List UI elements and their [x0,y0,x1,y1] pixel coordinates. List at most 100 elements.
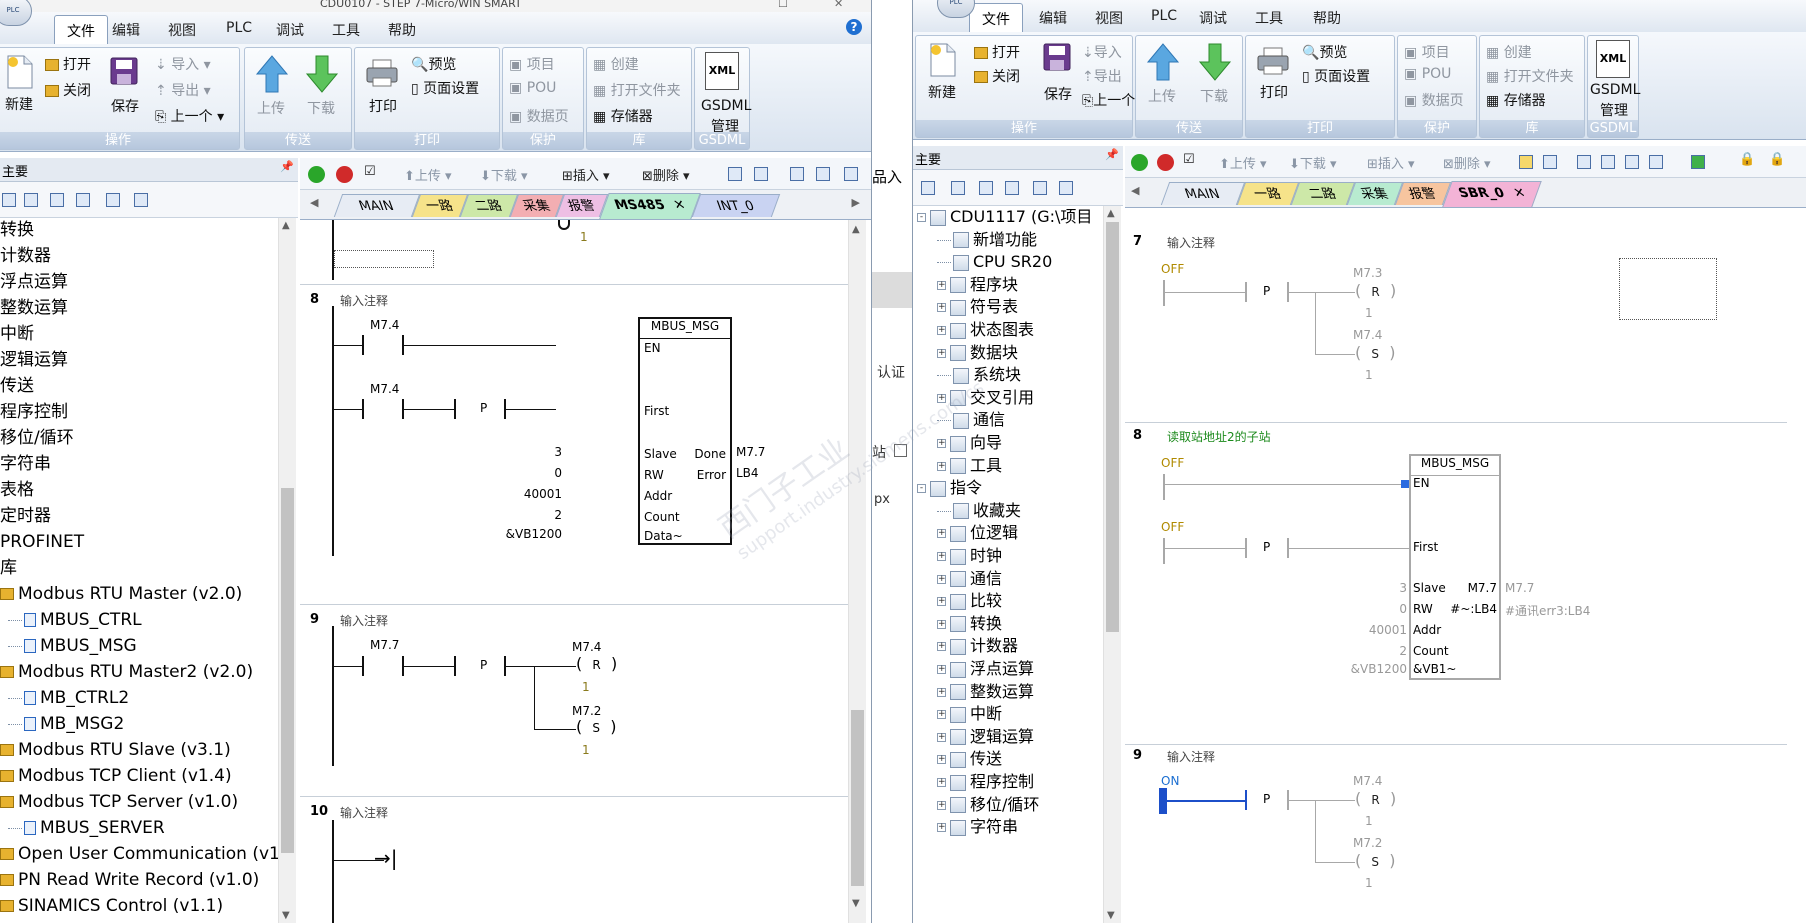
open-button[interactable]: 打开 [45,54,91,74]
expand-icon[interactable]: + [937,778,946,787]
rung-icon-4[interactable] [1649,155,1663,169]
upload-button[interactable]: 上传 [1148,86,1176,106]
tree-category[interactable]: 传送 [0,374,34,398]
expand-icon[interactable]: + [937,393,946,403]
rung-icon-1[interactable] [790,167,804,181]
rung-icon-1[interactable] [1577,155,1591,169]
close-tab-icon[interactable]: ✕ [1510,182,1529,205]
import-button[interactable]: ⇣ 导入 ▾ [155,54,211,74]
left-editor-scrollbar[interactable]: ▲ ▼ [848,220,866,923]
menu-tools[interactable]: 工具 [332,20,360,40]
tree-item[interactable]: 新增功能 [937,229,1037,251]
tab-报警[interactable]: 报警 [1394,182,1452,205]
toolbar-download[interactable]: ⬇下载 ▾ [1289,153,1337,172]
download-button[interactable]: 下载 [307,98,335,118]
network-comment[interactable]: 读取站地址2的子站 [1167,428,1271,445]
output-done-value[interactable]: M7.7 [736,445,765,459]
scroll-down-icon[interactable]: ▼ [282,910,290,921]
scroll-up-icon[interactable]: ▲ [1107,208,1115,219]
close-icon[interactable]: ✕ [834,0,843,10]
view-icon-3[interactable] [979,181,993,195]
tree-category[interactable]: 库 [0,556,17,580]
tree-library[interactable]: SINAMICS Control (v1.1) [0,894,223,918]
tab-int_0[interactable]: INT_0 [691,194,781,217]
tree-item[interactable]: - 指令 [917,477,982,499]
gsdml-button-label1[interactable]: GSDML [1590,82,1640,98]
pin-icon[interactable]: 📌 [280,160,294,173]
tree-item[interactable]: + 交叉引用 [937,387,1034,409]
view-icon-5[interactable] [106,193,120,207]
tab-main[interactable]: MAIN [1160,182,1246,205]
monitor-icon[interactable] [728,167,742,181]
tree-library[interactable]: Modbus RTU Slave (v3.1) [0,738,231,762]
upload-button[interactable]: 上传 [257,98,285,118]
tree-category[interactable]: PROFINET [0,530,84,554]
expand-icon[interactable]: + [937,665,946,674]
tabs-left-arrow[interactable]: ◀ [310,196,318,209]
tree-item[interactable]: + 向导 [937,432,1002,454]
close-tab-icon[interactable]: ✕ [670,194,689,217]
expand-icon[interactable]: + [937,732,946,742]
expand-icon[interactable]: + [937,755,946,765]
export-button[interactable]: ⇡导出 [1082,66,1122,86]
toolbar-insert[interactable]: ⊞插入 ▾ [1367,153,1415,172]
network-comment[interactable]: 输入注释 [340,292,388,309]
tree-item[interactable]: + 通信 [937,568,1002,590]
toolbar-delete[interactable]: ⊠删除 ▾ [642,165,690,184]
view-icon-6[interactable] [134,193,148,207]
network-icon[interactable] [754,167,768,181]
tab-二路[interactable]: 二路 [1290,182,1356,205]
toolbar-upload[interactable]: ⬆上传 ▾ [404,165,452,184]
menu-edit[interactable]: 编辑 [1039,8,1067,28]
page-setup-button[interactable]: ▯ 页面设置 [1302,66,1370,86]
input-count-value[interactable]: 2 [1399,644,1407,658]
expand-icon[interactable]: + [937,326,946,335]
new-button[interactable]: 新建 [928,82,956,102]
close-button[interactable]: 关闭 [974,66,1020,86]
tree-item[interactable]: CPU SR20 [937,251,1052,273]
monitor-icon[interactable] [1519,155,1533,169]
tree-library[interactable]: Modbus RTU Master (v2.0) [0,582,242,606]
create-lib-button[interactable]: ▦ 创建 [1486,42,1532,62]
expand-icon[interactable]: + [937,619,946,629]
right-tree-scrollbar[interactable]: ▲ ▼ [1103,206,1121,923]
input-rw-value[interactable]: 0 [554,466,562,480]
download-button[interactable]: 下载 [1200,86,1228,106]
network-comment[interactable]: 输入注释 [1167,234,1215,251]
bg-checkbox[interactable] [894,444,907,457]
previous-button[interactable]: ⎘ 上一个 ▾ [155,106,224,126]
expand-icon[interactable]: + [937,529,946,539]
tab-二路[interactable]: 二路 [459,194,519,217]
tree-library[interactable]: Modbus TCP Server (v1.0) [0,790,238,814]
lock-icon-2[interactable]: 🔒 [1769,152,1785,167]
expand-icon[interactable]: + [937,439,946,448]
output-error-value[interactable]: LB4 [736,466,759,480]
view-icon-6[interactable] [1059,181,1073,195]
create-lib-button[interactable]: ▦ 创建 [593,54,639,74]
tree-library[interactable]: Modbus RTU Master2 (v2.0) [0,660,253,684]
network-comment[interactable]: 输入注释 [340,612,388,629]
input-count-value[interactable]: 2 [554,508,562,522]
tree-block[interactable]: MBUS_SERVER [8,816,165,840]
toolbar-delete[interactable]: ⊠删除 ▾ [1443,153,1491,172]
mbus-msg-block[interactable]: MBUS_MSG EN First Slave RW Addr Count &V… [1409,454,1501,680]
print-button[interactable]: 打印 [1260,82,1288,102]
tree-category[interactable]: 定时器 [0,504,51,528]
menu-tools[interactable]: 工具 [1255,8,1283,28]
tree-item[interactable]: + 浮点运算 [937,658,1034,680]
menu-help[interactable]: 帮助 [388,20,416,40]
toolbar-upload[interactable]: ⬆上传 ▾ [1219,153,1267,172]
lock-icon[interactable]: 🔒 [1739,152,1755,167]
preview-button[interactable]: 🔍预览 [411,54,456,74]
scroll-thumb[interactable] [281,488,294,853]
expand-icon[interactable]: + [937,303,946,313]
tree-item[interactable]: + 位逻辑 [937,522,1018,544]
left-tree-scrollbar[interactable]: ▲ ▼ [278,218,296,923]
rung-icon-3[interactable] [844,167,858,181]
tree-item[interactable]: + 字符串 [937,816,1018,838]
output-done-value[interactable]: M7.7 [1505,581,1534,595]
menu-edit[interactable]: 编辑 [112,20,140,40]
scroll-down-icon[interactable]: ▼ [1107,910,1115,921]
menu-plc[interactable]: PLC [1151,8,1177,24]
tab-main[interactable]: MAIN [333,194,421,217]
